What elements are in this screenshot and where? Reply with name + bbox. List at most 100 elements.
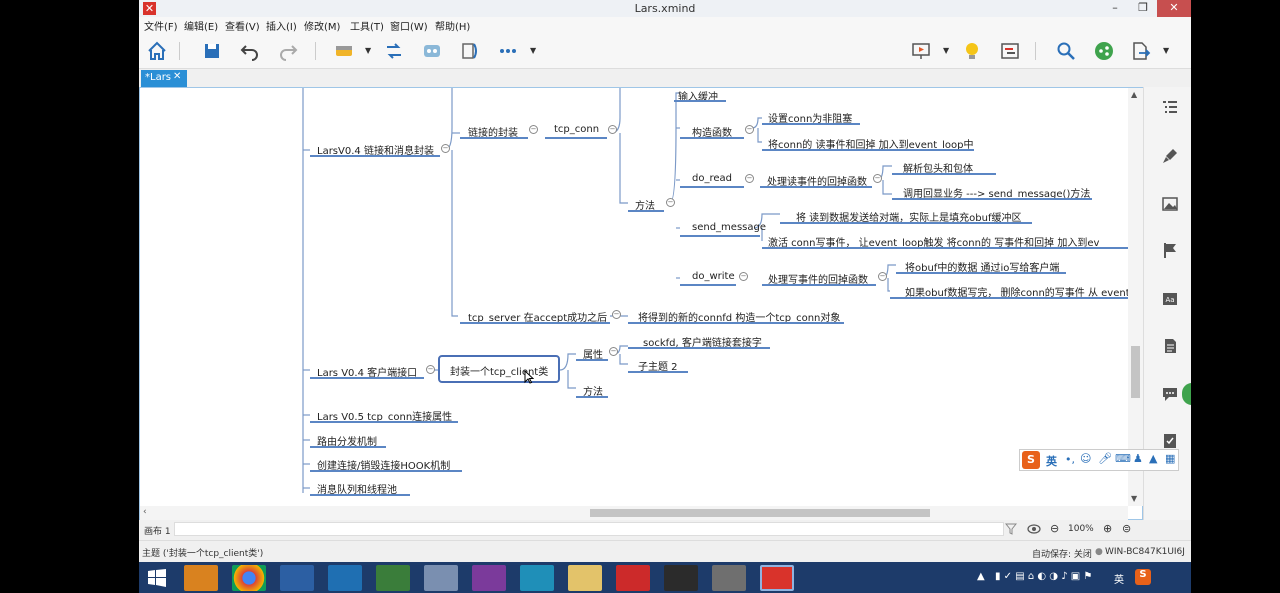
- taskbar-app-1-icon[interactable]: [184, 565, 218, 591]
- search-icon[interactable]: [1055, 40, 1077, 62]
- file-explorer-icon[interactable]: [568, 565, 602, 591]
- node-do-write[interactable]: do_write: [692, 271, 735, 282]
- menu-help[interactable]: 帮助(H): [435, 18, 470, 33]
- onenote-icon[interactable]: [472, 565, 506, 591]
- vertical-scroll-thumb[interactable]: [1131, 346, 1140, 398]
- settings-app-icon[interactable]: [712, 565, 746, 591]
- browser-app-icon[interactable]: [616, 565, 650, 591]
- topic-icon[interactable]: [333, 40, 355, 62]
- relationship-icon[interactable]: [383, 40, 405, 62]
- more-icon[interactable]: [497, 40, 519, 62]
- ime-menu-icon[interactable]: ▦: [1165, 452, 1175, 465]
- tray-expand-icon[interactable]: ▲: [977, 571, 985, 582]
- image-icon[interactable]: [1161, 195, 1179, 213]
- scroll-down-icon[interactable]: ▼: [1131, 494, 1137, 503]
- minimize-button[interactable]: –: [1101, 0, 1129, 17]
- tab-close-icon[interactable]: ✕: [173, 71, 181, 82]
- scroll-left-icon[interactable]: ‹: [143, 507, 147, 517]
- redo-icon[interactable]: [277, 40, 299, 62]
- ime-skin-icon[interactable]: ▲: [1149, 452, 1157, 465]
- collapse-icon[interactable]: −: [878, 272, 887, 281]
- home-icon[interactable]: [146, 40, 168, 62]
- sticker-icon[interactable]: Aa: [1161, 290, 1179, 308]
- terminal-icon[interactable]: [664, 565, 698, 591]
- collapse-icon[interactable]: −: [745, 125, 754, 134]
- vscode-icon[interactable]: [328, 565, 362, 591]
- comments-icon[interactable]: [1161, 385, 1179, 403]
- xmind-taskbar-icon[interactable]: [760, 565, 794, 591]
- zoom-in-icon[interactable]: ⊕: [1103, 522, 1112, 535]
- tray-app-icons[interactable]: ▮ ✓ ▤ ⌂ ◐ ◑ ♪ ▣ ⚑: [995, 571, 1092, 582]
- collapse-icon[interactable]: −: [739, 272, 748, 281]
- gantt-icon[interactable]: [999, 40, 1021, 62]
- undo-icon[interactable]: [239, 40, 261, 62]
- node-tcp-conn[interactable]: tcp_conn: [554, 124, 599, 135]
- menu-view[interactable]: 查看(V): [225, 18, 260, 33]
- horizontal-scrollbar[interactable]: ‹: [140, 506, 1128, 520]
- ime-emoji-icon[interactable]: ☺: [1080, 452, 1091, 465]
- menu-tools[interactable]: 工具(T): [350, 18, 384, 33]
- windows-taskbar: ▲ ▮ ✓ ▤ ⌂ ◐ ◑ ♪ ▣ ⚑ 英 S: [139, 562, 1191, 593]
- scroll-up-icon[interactable]: ▲: [1131, 90, 1137, 99]
- vertical-scrollbar[interactable]: ▲ ▼: [1128, 88, 1143, 506]
- filter-icon[interactable]: [1005, 523, 1017, 535]
- mindmap-canvas[interactable]: 输入缓冲 LarsV0.4 链接和消息封装 − 链接的封装 − tcp_conn…: [139, 87, 1143, 520]
- boundary-icon[interactable]: [421, 40, 443, 62]
- menu-insert[interactable]: 插入(I): [266, 18, 297, 33]
- marker-flag-icon[interactable]: [1161, 241, 1179, 259]
- tab-lars[interactable]: *Lars ✕: [141, 70, 187, 87]
- menu-file[interactable]: 文件(F): [144, 18, 178, 33]
- collapse-icon[interactable]: −: [612, 310, 621, 319]
- sheet-tab[interactable]: 画布 1: [144, 524, 171, 537]
- collapse-icon[interactable]: −: [745, 174, 754, 183]
- save-icon[interactable]: [201, 40, 223, 62]
- horizontal-scroll-thumb[interactable]: [590, 509, 930, 517]
- view-eye-icon[interactable]: [1027, 523, 1041, 535]
- ime-user-icon[interactable]: ♟: [1133, 452, 1143, 465]
- computer-icon[interactable]: [280, 565, 314, 591]
- export-dropdown-icon[interactable]: ▼: [1163, 46, 1169, 55]
- topic-dropdown-icon[interactable]: ▼: [365, 46, 371, 55]
- restore-button[interactable]: ❐: [1129, 0, 1157, 17]
- status-autosave[interactable]: 自动保存: 关闭: [1032, 547, 1092, 560]
- summary-icon[interactable]: [459, 40, 481, 62]
- ime-voice-icon[interactable]: 🎤︎: [1098, 452, 1112, 465]
- windows-start-icon[interactable]: [147, 568, 167, 588]
- presentation-dropdown-icon[interactable]: ▼: [943, 46, 949, 55]
- collapse-icon[interactable]: −: [529, 125, 538, 134]
- node-do-read[interactable]: do_read: [692, 173, 732, 184]
- collapse-icon[interactable]: −: [426, 365, 435, 374]
- chrome-icon[interactable]: [232, 565, 266, 591]
- format-brush-icon[interactable]: [1161, 147, 1179, 165]
- presentation-icon[interactable]: [910, 40, 932, 62]
- collapse-icon[interactable]: −: [666, 198, 675, 207]
- menu-edit[interactable]: 编辑(E): [184, 18, 218, 33]
- notes-icon[interactable]: [1161, 337, 1179, 355]
- paint-icon[interactable]: [424, 565, 458, 591]
- task-icon[interactable]: [1161, 431, 1179, 449]
- ime-keyboard-icon[interactable]: ⌨: [1115, 452, 1131, 465]
- brainstorm-icon[interactable]: [961, 40, 983, 62]
- collapse-icon[interactable]: −: [873, 174, 882, 183]
- more-dropdown-icon[interactable]: ▼: [530, 46, 536, 55]
- collapse-icon[interactable]: −: [609, 347, 618, 356]
- floating-green-icon[interactable]: [1182, 383, 1191, 405]
- collapse-icon[interactable]: −: [608, 125, 617, 134]
- tray-language[interactable]: 英: [1114, 571, 1124, 586]
- tray-sogou-icon[interactable]: S: [1135, 569, 1151, 585]
- menu-window[interactable]: 窗口(W): [390, 18, 428, 33]
- export-icon[interactable]: [1129, 40, 1151, 62]
- close-button[interactable]: ✕: [1157, 0, 1191, 17]
- collapse-icon[interactable]: −: [441, 144, 450, 153]
- fit-icon[interactable]: ⊜: [1122, 522, 1131, 535]
- outline-icon[interactable]: [1161, 99, 1179, 117]
- ime-language[interactable]: 英: [1046, 453, 1057, 469]
- zoom-out-icon[interactable]: ⊖: [1050, 522, 1059, 535]
- node-send-message[interactable]: send_message: [692, 222, 766, 233]
- share-icon[interactable]: [1093, 40, 1115, 62]
- sogou-logo-icon[interactable]: S: [1022, 451, 1040, 469]
- menu-modify[interactable]: 修改(M): [304, 18, 340, 33]
- goland-icon[interactable]: [376, 565, 410, 591]
- ime-punct-icon[interactable]: •,: [1065, 453, 1075, 466]
- shark-app-icon[interactable]: [520, 565, 554, 591]
